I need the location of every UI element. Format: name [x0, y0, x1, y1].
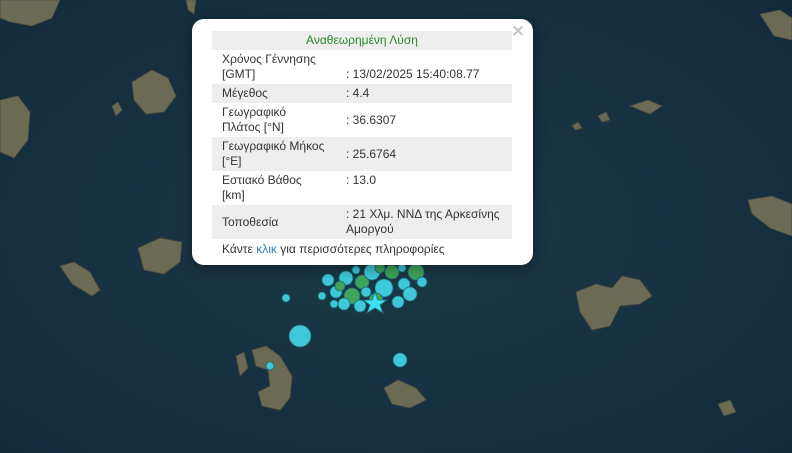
earthquake-marker[interactable] — [288, 324, 312, 348]
earthquake-marker[interactable] — [317, 291, 327, 301]
more-info-text: Κάντε κλικ για περισσότερες πληροφορίες — [212, 242, 513, 256]
earthquake-marker[interactable] — [416, 276, 428, 288]
earthquake-marker[interactable] — [334, 280, 346, 292]
more-info-suffix: για περισσότερες πληροφορίες — [276, 242, 445, 256]
earthquake-marker[interactable] — [265, 361, 275, 371]
more-info-prefix: Κάντε — [222, 242, 257, 256]
earthquake-marker[interactable] — [321, 273, 335, 287]
earthquake-marker[interactable] — [391, 295, 405, 309]
map[interactable]: × Αναθεωρημένη Λύση Χρόνος Γέννησης [GMT… — [0, 0, 792, 453]
close-icon[interactable]: × — [509, 22, 527, 40]
origin-time-value: : 13/02/2025 15:40:08.77 — [346, 67, 480, 81]
longitude-value: : 25.6764 — [336, 137, 512, 171]
popup-title: Αναθεωρημένη Λύση — [212, 31, 512, 50]
earthquake-marker[interactable] — [351, 265, 361, 275]
earthquake-marker[interactable] — [337, 297, 351, 311]
origin-time-label: Χρόνος Γέννησης [GMT] — [222, 52, 316, 81]
earthquake-popup: × Αναθεωρημένη Λύση Χρόνος Γέννησης [GMT… — [192, 19, 533, 265]
earthquake-marker[interactable] — [392, 352, 408, 368]
depth-value: : 13.0 — [346, 173, 377, 187]
longitude-label: Γεωγραφικό Μήκος [°E] — [212, 137, 336, 171]
earthquake-marker[interactable] — [360, 286, 372, 298]
magnitude-value: : 4.4 — [336, 84, 512, 103]
more-info-link[interactable]: κλικ — [256, 242, 277, 256]
latitude-value: : 36.6307 — [346, 112, 397, 127]
earthquake-marker[interactable] — [353, 299, 367, 313]
earthquake-marker[interactable] — [402, 286, 418, 302]
earthquake-marker[interactable] — [397, 263, 407, 273]
earthquake-info-table: Αναθεωρημένη Λύση Χρόνος Γέννησης [GMT] … — [212, 31, 512, 239]
depth-label: Εστιακό Βάθος [km] — [222, 173, 302, 202]
earthquake-marker[interactable] — [384, 264, 400, 280]
location-value: : 21 Χλμ. ΝΝΔ της Αρκεσίνης Αμοργού — [336, 205, 512, 239]
earthquake-marker[interactable] — [281, 293, 291, 303]
latitude-label: Γεωγραφικό Πλάτος [°N] — [222, 105, 287, 134]
magnitude-label: Μέγεθος — [212, 84, 336, 103]
earthquake-marker[interactable] — [329, 299, 339, 309]
location-label: Τοποθεσία — [212, 205, 336, 239]
